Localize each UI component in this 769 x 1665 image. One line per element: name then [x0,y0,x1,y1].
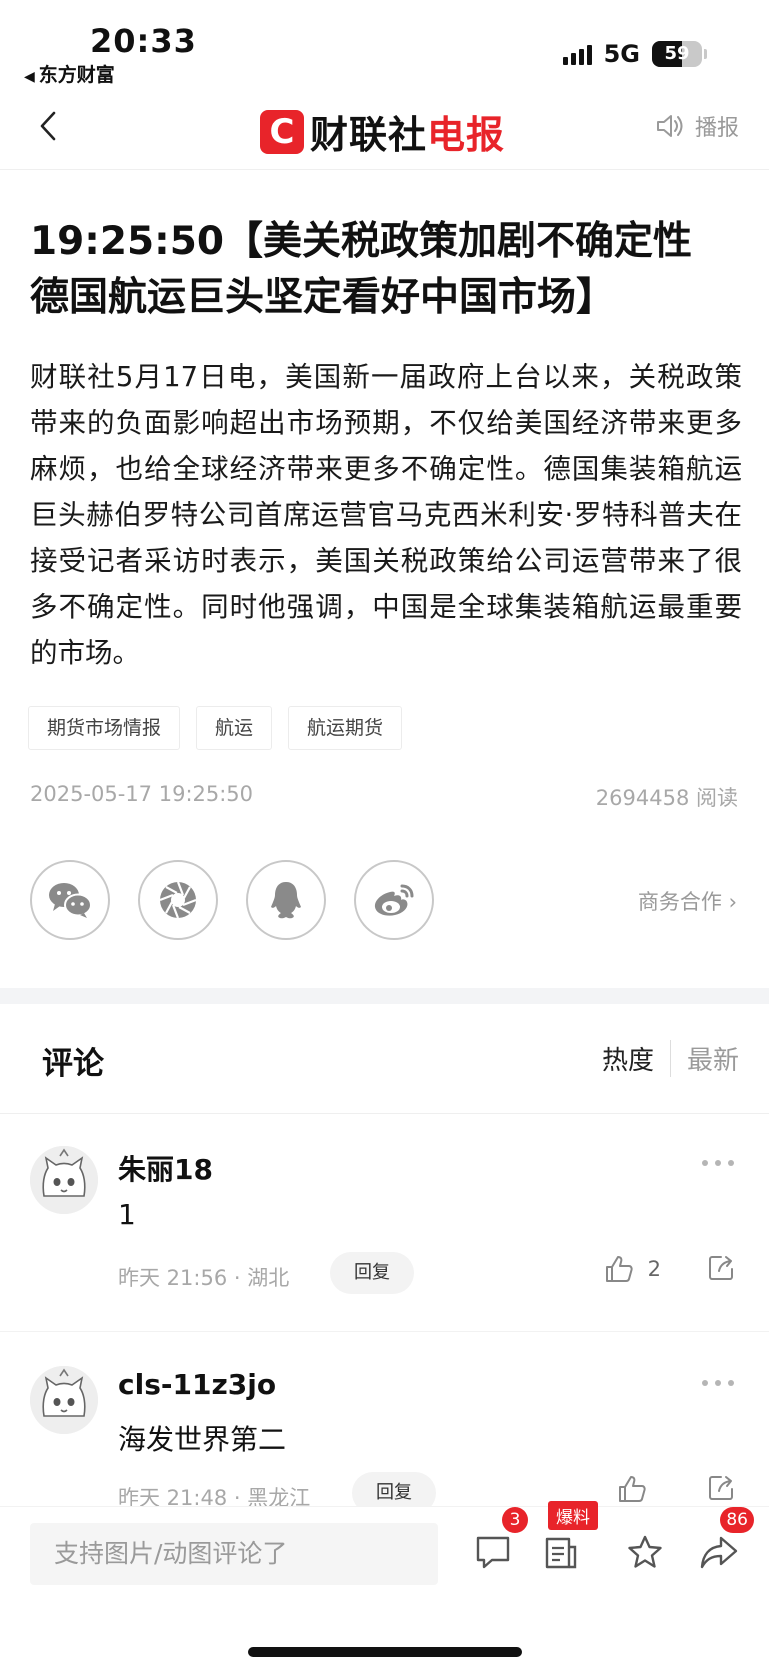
comments-button[interactable]: 3 [470,1507,528,1577]
tag-item[interactable]: 期货市场情报 [28,706,181,750]
back-app-label: 东方财富 [38,64,115,86]
business-cooperation-link[interactable]: 商务合作 › [638,886,737,916]
like-count: 2 [647,1257,661,1281]
comment-username[interactable]: cls-11z3jo [118,1368,276,1401]
broadcast-button[interactable]: 播报 [655,110,739,142]
status-indicators: 5G 59 [562,40,707,68]
comment-like-button[interactable]: 2 [604,1254,661,1284]
comment-text: 海发世界第二 [118,1423,287,1456]
share-count-badge: 86 [720,1507,754,1533]
nav-bar: C 财联社 电报 播报 [0,92,769,170]
comment-item: 朱丽18 1 昨天 21:56 · 湖北 回复 2 [0,1114,769,1332]
comment-more-button[interactable] [701,1372,735,1391]
comment-username[interactable]: 朱丽18 [118,1148,213,1188]
comment-share-button[interactable] [707,1474,735,1506]
comment-input[interactable]: 支持图片/动图评论了 [30,1523,438,1585]
section-divider [0,988,769,1004]
favorite-button[interactable] [622,1527,668,1577]
document-icon [545,1537,577,1569]
network-type: 5G [603,40,640,68]
comment-bubble-icon [476,1536,510,1569]
comment-time-location: 昨天 21:56 · 湖北 [118,1266,290,1290]
status-time: 20:33 [90,22,197,60]
wechat-icon [49,883,92,918]
share-qq-button[interactable] [246,860,326,940]
share-arrow-icon [709,1476,733,1500]
speaker-icon [656,115,683,137]
article-headline: 19:25:50【美关税政策加剧不确定性 德国航运巨头坚定看好中国市场】 [30,219,693,320]
share-forward-icon [700,1536,738,1569]
avatar[interactable] [30,1146,98,1214]
share-weibo-button[interactable] [354,860,434,940]
status-bar: 20:33 ◀ 东方财富 5G 59 [0,0,769,92]
battery-level: 59 [664,43,690,64]
share-moments-button[interactable] [138,860,218,940]
bottom-action-bar: 支持图片/动图评论了 3 爆料 86 [0,1501,769,1665]
share-row [30,860,434,940]
publish-datetime: 2025-05-17 19:25:50 [30,782,254,806]
article-meta: 2025-05-17 19:25:50 2694458 阅读 [30,782,738,812]
sort-by-newest-tab[interactable]: 最新 [671,1040,739,1077]
battery-icon: 59 [652,41,702,67]
article-body: 财联社5月17日电，美国新一届政府上台以来，关税政策带来的负面影响超出市场预期，… [30,361,742,669]
tip-off-button[interactable]: 爆料 [538,1501,598,1577]
comments-header: 评论 热度 最新 [0,1004,769,1114]
back-to-app-link[interactable]: ◀ 东方财富 [24,60,115,87]
tag-list: 期货市场情报 航运 航运期货 [28,706,403,750]
comment-reply-button[interactable]: 回复 [330,1252,414,1294]
tip-off-label: 爆料 [548,1501,598,1530]
comment-like-button[interactable] [617,1474,661,1504]
tag-item[interactable]: 航运 [196,706,273,750]
thumbs-up-icon [619,1476,646,1502]
comment-sort-tabs: 热度 最新 [602,1040,739,1077]
cls-telegraph-logo: C 财联社 电报 [260,104,505,159]
read-count: 2694458 阅读 [595,786,738,810]
share-button[interactable]: 86 [696,1507,754,1577]
cat-avatar-icon [30,1366,98,1434]
more-dots-icon [702,1160,734,1166]
tag-item[interactable]: 航运期货 [288,706,403,750]
back-triangle-icon: ◀ [24,69,35,85]
broadcast-label: 播报 [694,116,739,141]
more-dots-icon [702,1380,734,1386]
logo-mark: C [260,109,304,154]
cat-avatar-icon [30,1146,98,1214]
avatar[interactable] [30,1366,98,1434]
comments-title: 评论 [42,1046,104,1082]
chevron-left-icon [40,111,56,141]
back-button[interactable] [28,106,68,146]
moments-icon [159,881,197,919]
cellular-signal-icon [562,43,592,65]
comment-count-badge: 3 [502,1507,528,1533]
star-icon [628,1535,662,1568]
sort-by-hot-tab[interactable]: 热度 [602,1040,671,1077]
comment-text: 1 [118,1198,136,1231]
thumbs-up-icon [605,1256,633,1282]
comment-more-button[interactable] [701,1152,735,1171]
share-wechat-button[interactable] [30,860,110,940]
logo-text-accent: 电报 [427,113,506,157]
weibo-icon [374,884,414,916]
comment-share-button[interactable] [707,1254,735,1286]
logo-text-main: 财联社 [310,113,428,157]
qq-icon [271,882,301,919]
home-indicator [248,1647,522,1657]
share-arrow-icon [709,1256,733,1280]
